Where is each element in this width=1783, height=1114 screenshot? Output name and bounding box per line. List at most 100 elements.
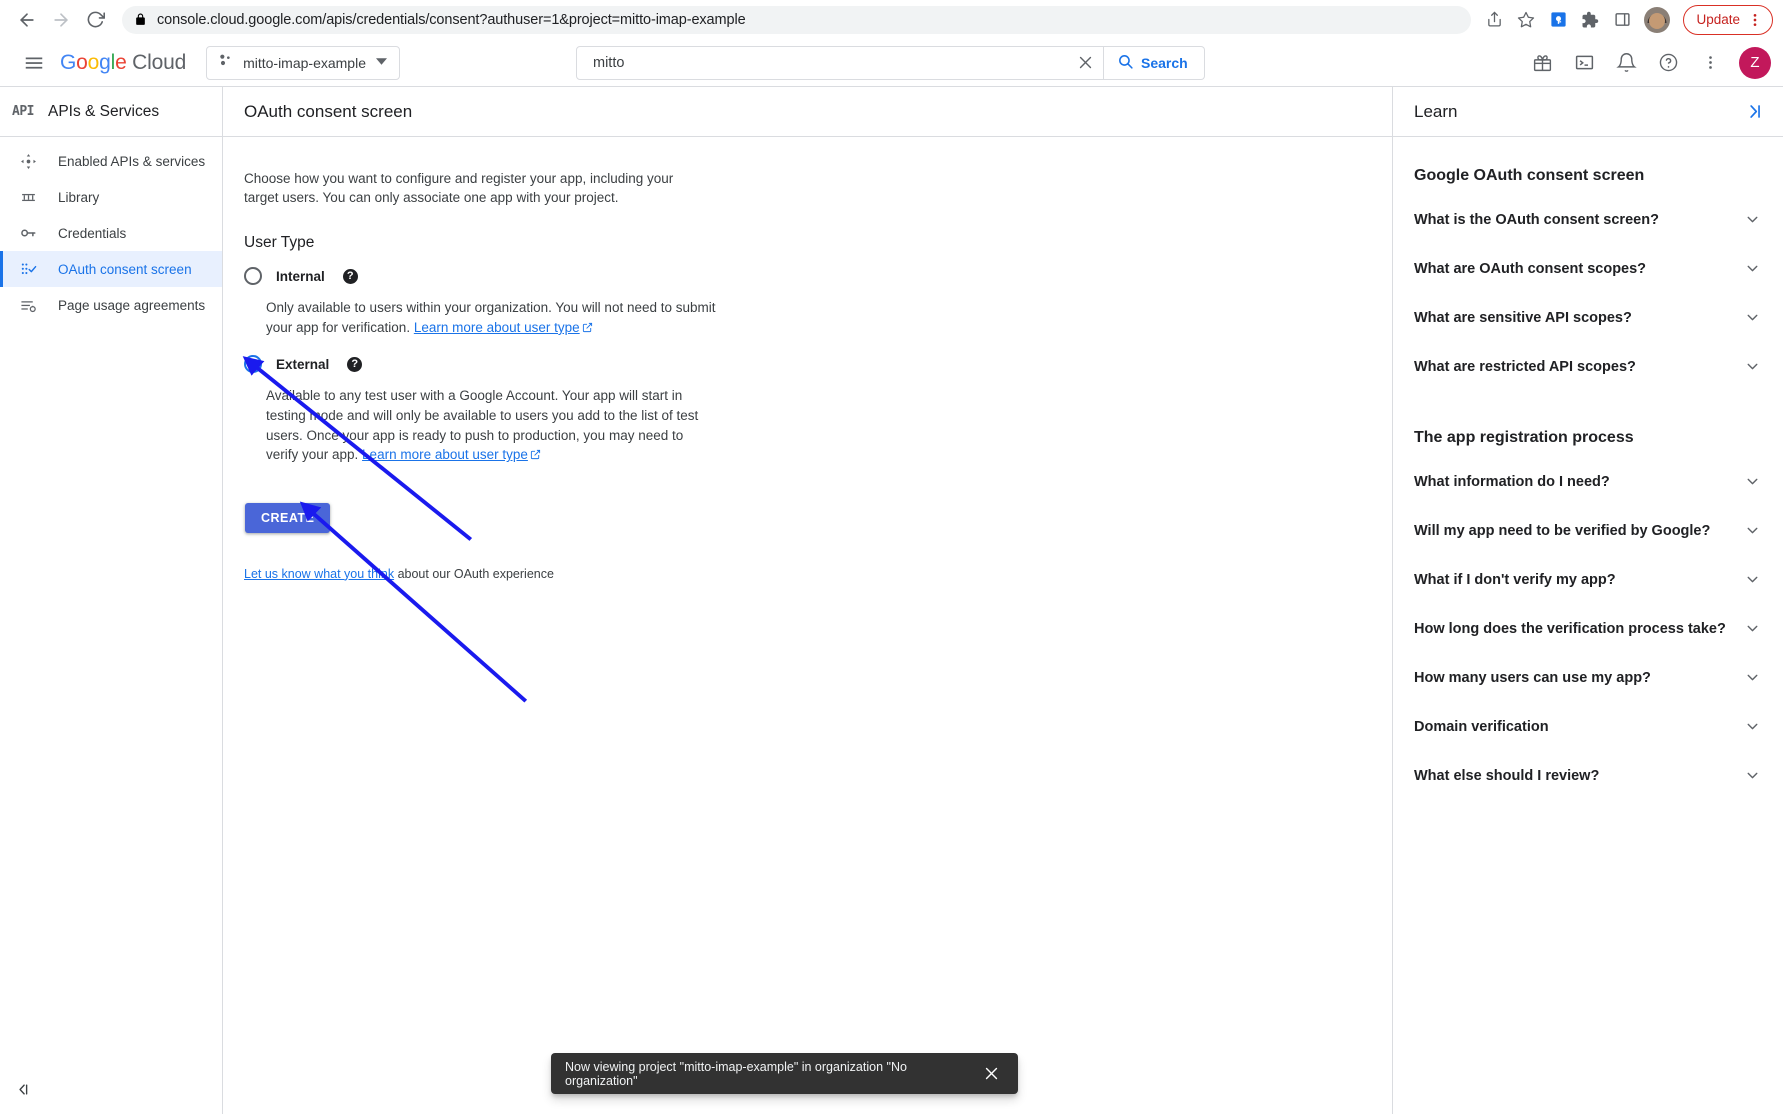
update-button[interactable]: Update: [1683, 4, 1773, 35]
learn-accordion-item[interactable]: How many users can use my app?: [1414, 653, 1763, 702]
sidebar-nav: Enabled APIs & services Library Credenti…: [0, 137, 222, 323]
sidebar-item-library[interactable]: Library: [0, 179, 222, 215]
password-manager-icon[interactable]: [1543, 5, 1573, 35]
learn-accordion-item[interactable]: What is the OAuth consent screen?: [1414, 195, 1763, 244]
share-icon[interactable]: [1479, 5, 1509, 35]
learn-item-label: Domain verification: [1414, 718, 1549, 735]
chevron-down-icon: [1744, 620, 1761, 637]
learn-item-label: What are OAuth consent scopes?: [1414, 260, 1647, 277]
sidebar-item-enabled-apis[interactable]: Enabled APIs & services: [0, 143, 222, 179]
google-cloud-logo[interactable]: Google Cloud: [60, 51, 186, 75]
chevron-down-icon: [1744, 571, 1761, 588]
learn-accordion-item[interactable]: Will my app need to be verified by Googl…: [1414, 506, 1763, 555]
chevron-down-icon: [1744, 211, 1761, 228]
project-selector[interactable]: mitto-imap-example: [206, 45, 400, 80]
help-icon[interactable]: [1649, 44, 1687, 82]
search-area: Search: [576, 45, 1205, 80]
gift-icon[interactable]: [1523, 44, 1561, 82]
star-icon[interactable]: [1511, 5, 1541, 35]
learn-accordion-item[interactable]: How long does the verification process t…: [1414, 604, 1763, 653]
kebab-menu-icon[interactable]: [1691, 44, 1729, 82]
chevron-down-icon: [1744, 473, 1761, 490]
sidebar-collapse-button[interactable]: [0, 1070, 222, 1114]
user-avatar[interactable]: Z: [1739, 46, 1771, 79]
page-usage-icon: [18, 295, 38, 315]
browser-forward-button[interactable]: [44, 3, 78, 37]
learn-item-label: What if I don't verify my app?: [1414, 571, 1616, 588]
address-bar[interactable]: console.cloud.google.com/apis/credential…: [122, 5, 1472, 34]
bell-icon[interactable]: [1607, 44, 1645, 82]
learn-item-label: What else should I review?: [1414, 767, 1600, 784]
page-title: OAuth consent screen: [244, 101, 413, 121]
collapse-left-icon: [16, 1082, 31, 1102]
header-actions: Z: [1523, 44, 1771, 82]
radio-external[interactable]: [244, 355, 262, 374]
learn-item-label: What are sensitive API scopes?: [1414, 309, 1632, 326]
side-panel-icon[interactable]: [1607, 5, 1637, 35]
learn-panel: Learn Google OAuth consent screen What i…: [1393, 87, 1783, 1114]
chevron-down-icon: [1744, 669, 1761, 686]
chevron-down-icon: [1744, 358, 1761, 375]
close-icon[interactable]: [978, 1061, 1004, 1087]
browser-reload-button[interactable]: [78, 3, 112, 37]
left-sidebar: API APIs & Services Enabled APIs & servi…: [0, 87, 223, 1114]
enabled-apis-icon: [18, 151, 38, 171]
expand-panel-icon[interactable]: [1744, 102, 1763, 121]
page-body: API APIs & Services Enabled APIs & servi…: [0, 87, 1783, 1114]
sidebar-item-credentials[interactable]: Credentials: [0, 215, 222, 251]
learn-panel-header: Learn: [1393, 87, 1783, 137]
kebab-menu-icon[interactable]: [1742, 5, 1768, 35]
learn-accordion-item[interactable]: What if I don't verify my app?: [1414, 555, 1763, 604]
radio-option-external[interactable]: External ?: [244, 353, 1392, 375]
sidebar-item-label: Credentials: [58, 225, 127, 241]
search-button-label: Search: [1141, 54, 1188, 71]
close-icon[interactable]: [1067, 47, 1103, 79]
learn-group-title: The app registration process: [1414, 429, 1634, 446]
chevron-down-icon: [376, 54, 387, 72]
feedback-row: Let us know what you think about our OAu…: [244, 567, 1392, 581]
learn-panel-title: Learn: [1414, 101, 1458, 121]
search-input[interactable]: [591, 53, 1067, 72]
learn-accordion-item[interactable]: What are sensitive API scopes?: [1414, 293, 1763, 342]
learn-accordion-item[interactable]: What information do I need?: [1414, 457, 1763, 506]
sidebar-item-label: OAuth consent screen: [58, 261, 192, 277]
puzzle-piece-icon[interactable]: [1575, 5, 1605, 35]
browser-back-button[interactable]: [10, 3, 44, 37]
radio-internal-description: Only available to users within your orga…: [266, 298, 718, 338]
project-dots-icon: [217, 52, 233, 73]
feedback-rest-text: about our OAuth experience: [394, 566, 554, 581]
external-learn-more-link[interactable]: Learn more about user type: [362, 447, 528, 462]
learn-accordion-item[interactable]: What else should I review?: [1414, 751, 1763, 800]
radio-internal[interactable]: [244, 267, 262, 286]
sidebar-product-name: APIs & Services: [47, 102, 160, 120]
search-box[interactable]: [576, 45, 1104, 80]
project-name: mitto-imap-example: [243, 54, 366, 71]
create-button[interactable]: CREATE: [245, 502, 331, 533]
sidebar-item-page-usage-agreements[interactable]: Page usage agreements: [0, 287, 222, 323]
learn-accordion-item[interactable]: What are OAuth consent scopes?: [1414, 244, 1763, 293]
search-button[interactable]: Search: [1104, 45, 1205, 80]
radio-option-internal[interactable]: Internal ?: [244, 265, 1392, 287]
internal-learn-more-link[interactable]: Learn more about user type: [414, 320, 580, 335]
help-circle-icon[interactable]: ?: [347, 356, 363, 372]
hamburger-menu-icon[interactable]: [14, 43, 54, 83]
cloud-shell-icon[interactable]: [1565, 44, 1603, 82]
feedback-link[interactable]: Let us know what you think: [244, 567, 394, 581]
main-content: OAuth consent screen Choose how you want…: [223, 87, 1393, 1114]
learn-accordion-item[interactable]: What are restricted API scopes?: [1414, 342, 1763, 391]
profile-avatar[interactable]: [1644, 6, 1671, 33]
browser-toolbar: console.cloud.google.com/apis/credential…: [0, 0, 1783, 39]
main-body: Choose how you want to configure and reg…: [223, 137, 1392, 1114]
open-in-new-icon: [582, 319, 593, 339]
update-button-label: Update: [1696, 12, 1740, 27]
sidebar-item-label: Library: [58, 189, 100, 205]
arrow-to-create-button: [299, 501, 528, 703]
sidebar-item-oauth-consent-screen[interactable]: OAuth consent screen: [0, 251, 222, 287]
sidebar-product-header: API APIs & Services: [0, 87, 222, 137]
avatar-face: [1649, 12, 1666, 29]
chevron-down-icon: [1744, 309, 1761, 326]
learn-accordion-item[interactable]: Domain verification: [1414, 702, 1763, 751]
help-circle-icon[interactable]: ?: [342, 268, 358, 284]
library-icon: [18, 187, 38, 207]
learn-item-label: Will my app need to be verified by Googl…: [1414, 522, 1711, 539]
